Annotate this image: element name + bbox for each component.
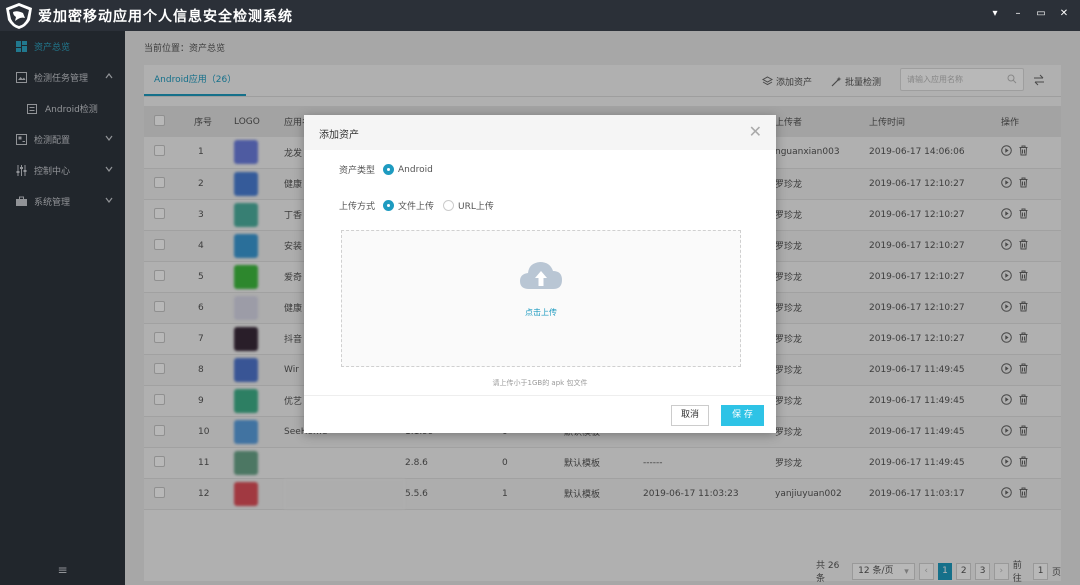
save-button[interactable]: 保 存 bbox=[721, 405, 764, 426]
close-icon[interactable]: ✕ bbox=[749, 124, 762, 140]
title-bar: 爱加密移动应用个人信息安全检测系统 ▾ – ▭ ✕ bbox=[0, 0, 1080, 31]
radio-checked-icon bbox=[383, 200, 395, 211]
dropdown-menu-icon[interactable]: ▾ bbox=[989, 8, 1001, 20]
dialog-title: 添加资产 bbox=[319, 130, 359, 141]
upload-method-label: 上传方式 bbox=[339, 202, 376, 212]
dialog-header: 添加资产 ✕ bbox=[304, 115, 776, 150]
close-icon[interactable]: ✕ bbox=[1058, 8, 1070, 20]
radio-unchecked-icon bbox=[443, 200, 455, 211]
shield-logo-icon bbox=[6, 2, 32, 29]
add-asset-dialog: 添加资产 ✕ 资产类型 Android 上传方式 文件上传 URL上传 点击上传… bbox=[304, 115, 776, 433]
asset-type-android-radio[interactable]: Android bbox=[383, 164, 433, 175]
cloud-upload-icon bbox=[520, 262, 562, 289]
asset-type-value: Android bbox=[398, 164, 433, 175]
upload-url-label: URL上传 bbox=[458, 202, 494, 212]
radio-checked-icon bbox=[383, 164, 395, 175]
window-controls: ▾ – ▭ ✕ bbox=[989, 8, 1070, 20]
upload-url-radio[interactable]: URL上传 bbox=[443, 199, 494, 212]
dialog-footer-divider bbox=[304, 395, 776, 396]
upload-file-label: 文件上传 bbox=[398, 202, 435, 212]
maximize-icon[interactable]: ▭ bbox=[1035, 8, 1047, 20]
cancel-button[interactable]: 取消 bbox=[671, 405, 709, 426]
upload-dropzone[interactable]: 点击上传 bbox=[341, 230, 741, 367]
dropzone-text: 点击上传 bbox=[525, 308, 557, 317]
upload-method-row: 上传方式 文件上传 URL上传 bbox=[339, 199, 503, 212]
app-title: 爱加密移动应用个人信息安全检测系统 bbox=[38, 8, 293, 25]
minimize-icon[interactable]: – bbox=[1012, 8, 1024, 20]
asset-type-row: 资产类型 Android bbox=[339, 163, 442, 176]
upload-file-radio[interactable]: 文件上传 bbox=[383, 199, 434, 212]
asset-type-label: 资产类型 bbox=[339, 166, 376, 176]
upload-hint: 请上传小于1GB的 apk 包文件 bbox=[492, 379, 588, 387]
